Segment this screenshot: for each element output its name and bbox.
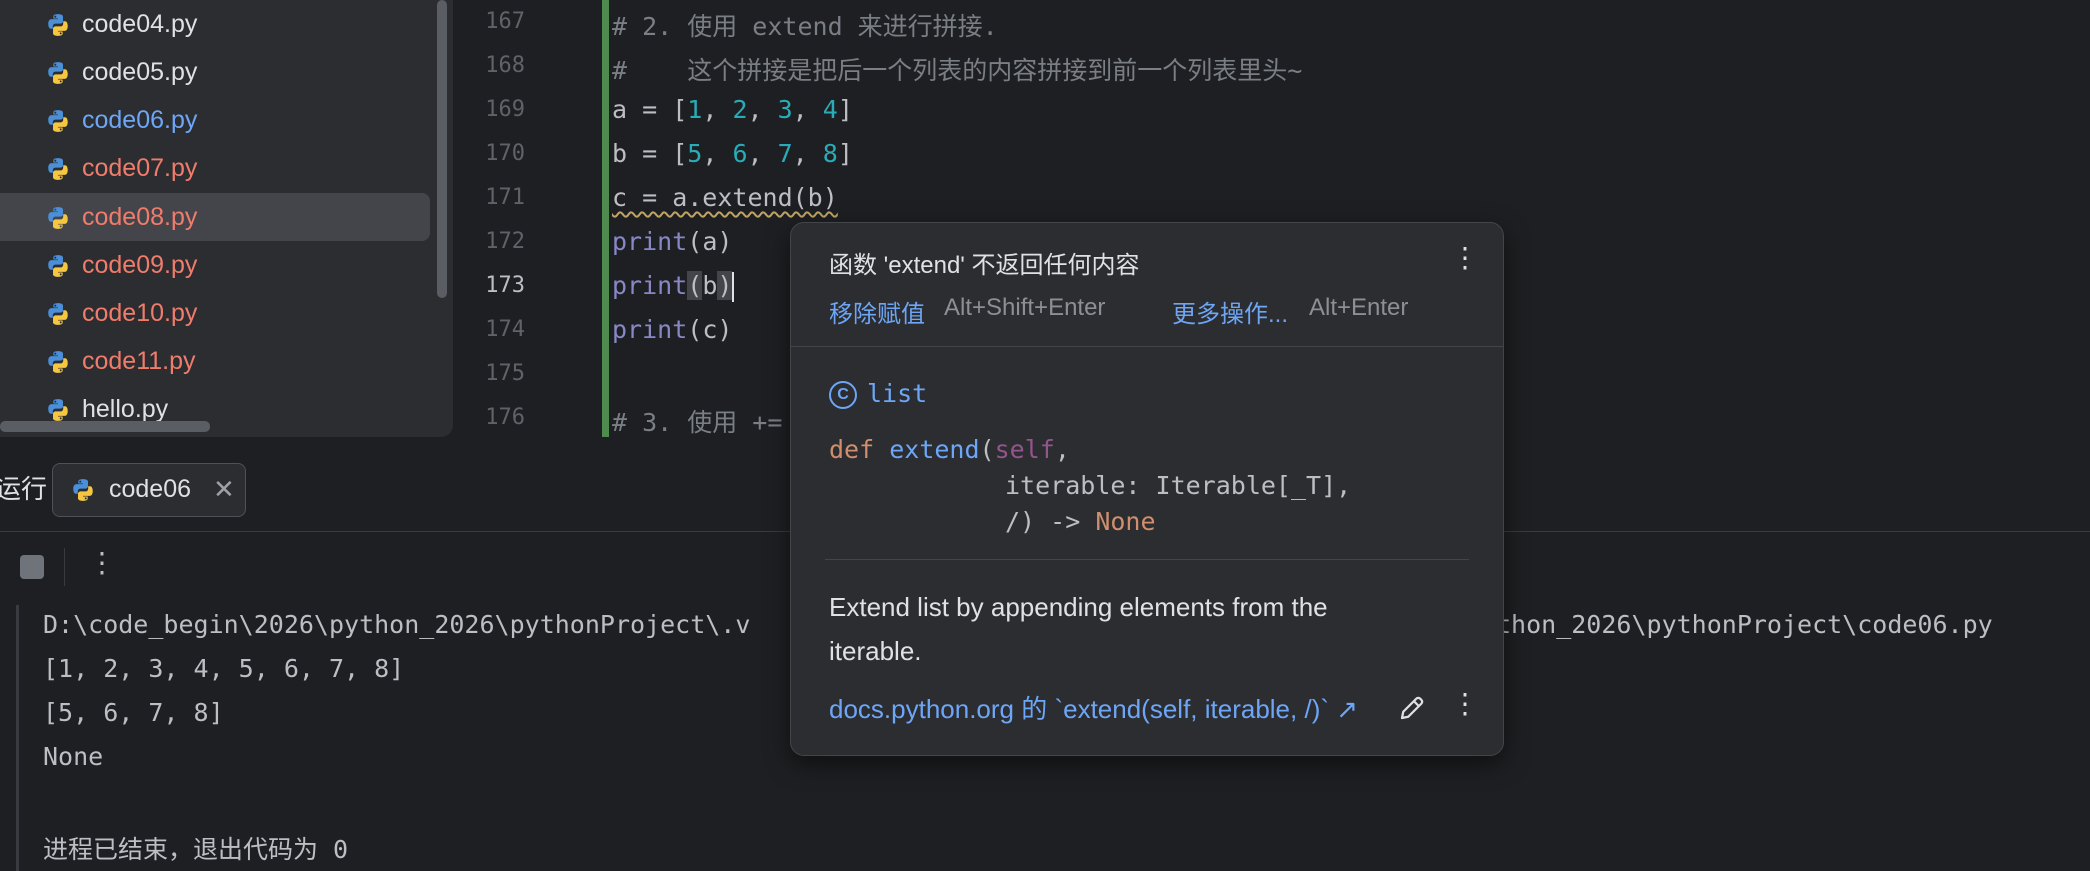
class-name: list — [867, 379, 928, 408]
more-options-icon[interactable]: ⋮ — [1451, 687, 1479, 720]
doc-description: Extend list by appending elements from t… — [829, 592, 1328, 666]
file-name: code08.py — [82, 203, 198, 231]
line-number: 169 — [485, 97, 525, 122]
code-line-current: print(b) — [612, 271, 735, 302]
code-line-comment: # 2. 使用 extend 来进行拼接. — [612, 12, 998, 41]
divider — [825, 559, 1469, 560]
file-name: code10.py — [82, 299, 198, 327]
line-number: 171 — [485, 185, 525, 210]
return-type: None — [1095, 507, 1156, 536]
console-output-line: D:\code_begin\2026\python_2026\pythonPro… — [43, 610, 751, 639]
more-options-icon[interactable]: ⋮ — [1451, 241, 1479, 274]
tree-item-code05[interactable]: code05.py — [0, 48, 430, 96]
file-name: hello.py — [82, 395, 169, 423]
project-tree-panel: code04.py code05.py code06.py code07.py … — [0, 0, 453, 437]
file-name: code04.py — [82, 10, 198, 38]
tree-item-code09[interactable]: code09.py — [0, 241, 430, 289]
python-file-icon — [48, 14, 68, 36]
more-options-icon[interactable]: ⋮ — [88, 546, 116, 579]
run-config-tab[interactable]: code06 ✕ — [52, 463, 246, 517]
python-file-icon — [48, 158, 68, 180]
tree-item-code08[interactable]: code08.py — [0, 193, 430, 241]
tree-item-code07[interactable]: code07.py — [0, 144, 430, 192]
remove-assignment-action[interactable]: 移除赋值 — [829, 294, 925, 329]
inspection-popup: 函数 'extend' 不返回任何内容 ⋮ 移除赋值 Alt+Shift+Ent… — [790, 222, 1504, 756]
external-doc-link[interactable]: docs.python.org 的 `extend(self, iterable… — [829, 689, 1385, 726]
stop-button[interactable] — [20, 555, 44, 579]
edit-pencil-icon[interactable] — [1397, 693, 1427, 723]
tree-item-code10[interactable]: code10.py — [0, 289, 430, 337]
file-name: code07.py — [82, 154, 198, 182]
more-actions-link[interactable]: 更多操作... — [1172, 294, 1288, 329]
tree-item-code06[interactable]: code06.py — [0, 96, 430, 144]
python-file-icon — [48, 62, 68, 84]
console-output-line: [1, 2, 3, 4, 5, 6, 7, 8] — [43, 654, 405, 683]
code-line: print(a) — [612, 227, 733, 256]
line-number: 175 — [485, 361, 525, 386]
vcs-change-marker[interactable] — [602, 0, 609, 437]
line-number: 172 — [485, 229, 525, 254]
signature-line: /) -> None — [1005, 507, 1156, 536]
line-number: 176 — [485, 405, 525, 430]
python-file-icon — [73, 479, 93, 501]
tree-vertical-scrollbar[interactable] — [437, 0, 447, 298]
python-file-icon — [48, 255, 68, 277]
class-icon: C — [829, 381, 857, 409]
console-exit-message: 进程已结束，退出代码为 0 — [43, 835, 349, 864]
doc-class-ref[interactable]: Clist — [829, 379, 927, 409]
python-file-icon — [48, 399, 68, 421]
divider — [791, 346, 1503, 347]
text-caret — [732, 272, 735, 302]
close-icon[interactable]: ✕ — [213, 474, 235, 505]
console-gutter — [16, 605, 19, 871]
line-number-current: 173 — [485, 273, 525, 298]
file-name: code06.py — [82, 106, 198, 134]
def-keyword: def — [829, 435, 875, 464]
python-file-icon — [48, 351, 68, 373]
run-window-label: 运行 — [0, 474, 48, 504]
python-file-icon — [48, 303, 68, 325]
line-number: 167 — [485, 9, 525, 34]
signature-line: iterable: Iterable[_T], — [1005, 471, 1352, 500]
file-name: code11.py — [82, 347, 196, 375]
tree-item-code11[interactable]: code11.py — [0, 337, 430, 385]
warning-underline[interactable]: c = a.extend(b) — [612, 183, 838, 212]
line-number: 168 — [485, 53, 525, 78]
console-output-line: None — [43, 742, 104, 771]
python-file-icon — [48, 207, 68, 229]
signature-line: def extend(self, — [829, 435, 1070, 464]
line-number: 174 — [485, 317, 525, 342]
shortcut-hint: Alt+Enter — [1309, 294, 1409, 321]
function-name: extend — [889, 435, 980, 464]
code-line-warning: c = a.extend(b) — [612, 183, 838, 212]
line-number: 170 — [485, 141, 525, 166]
code-line: b = [5, 6, 7, 8] — [612, 139, 853, 168]
file-name: code09.py — [82, 251, 198, 279]
console-output-line: [5, 6, 7, 8] — [43, 698, 224, 727]
self-param: self — [994, 435, 1055, 464]
code-line: a = [1, 2, 3, 4] — [612, 95, 853, 124]
code-line: print(c) — [612, 315, 733, 344]
signature-tail: /) -> — [1005, 507, 1096, 536]
shortcut-hint: Alt+Shift+Enter — [944, 294, 1106, 321]
tree-horizontal-scrollbar[interactable] — [0, 421, 210, 432]
toolbar-divider — [64, 548, 65, 586]
file-name: code05.py — [82, 58, 198, 86]
python-file-icon — [48, 110, 68, 132]
tree-item-code04[interactable]: code04.py — [0, 0, 430, 48]
run-tab-label: code06 — [109, 475, 192, 503]
code-line-comment: # 这个拼接是把后一个列表的内容拼接到前一个列表里头~ — [612, 56, 1303, 85]
inspection-message: 函数 'extend' 不返回任何内容 — [829, 252, 1140, 279]
code-line-comment: # 3. 使用 += — [612, 408, 783, 437]
console-output-line-tail: thon_2026\pythonProject\code06.py — [1496, 610, 1993, 639]
